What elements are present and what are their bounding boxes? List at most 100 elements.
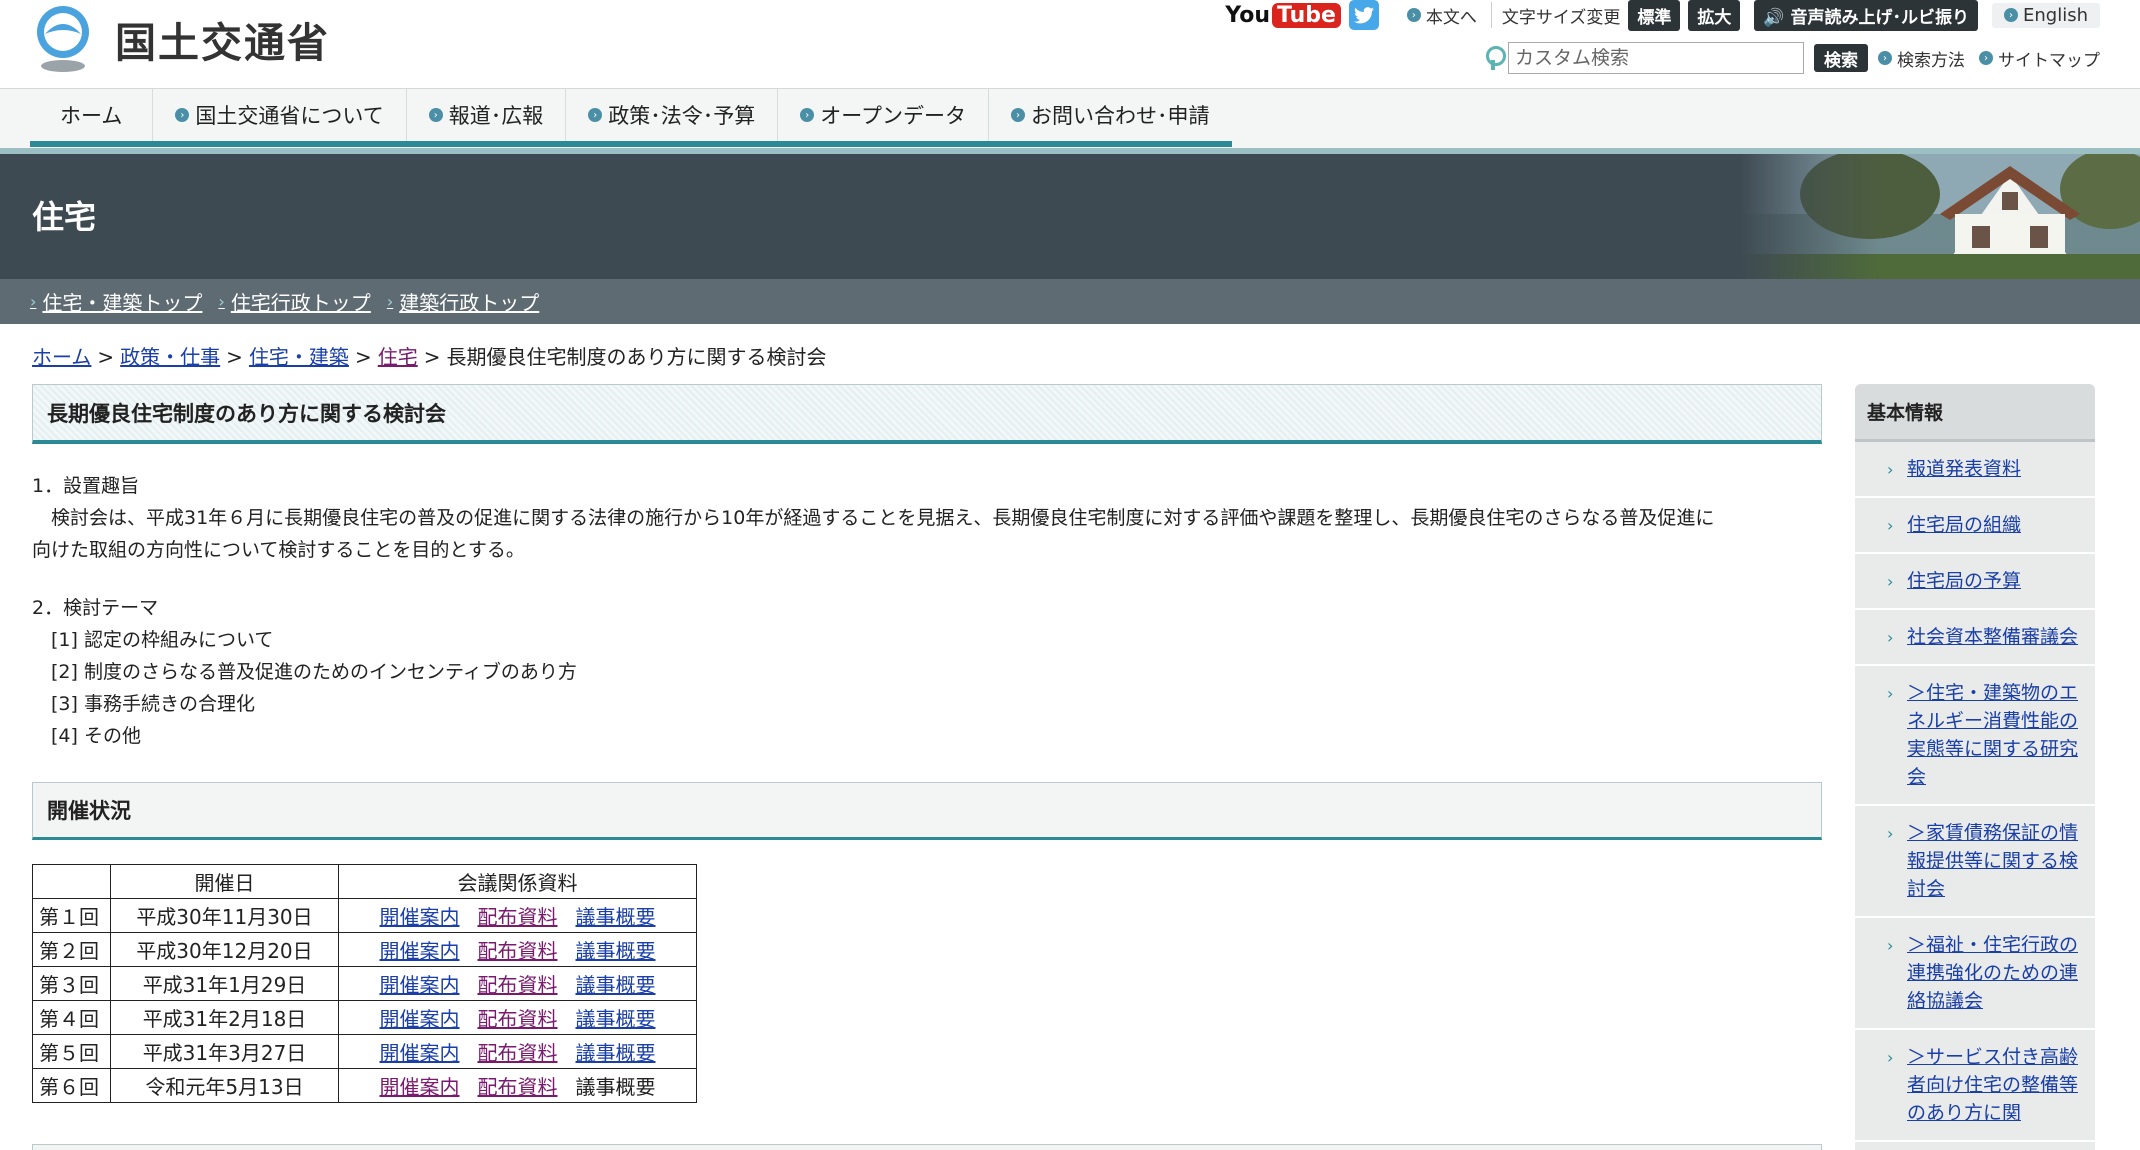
youtube-you-text: You [1225, 2, 1270, 28]
utility-bar: You Tube › 本文へ 文字サイズ変更 標準 拡大 🔊 音声読み上げ･ルビ… [1225, 0, 2100, 31]
meeting-date: 平成31年1月29日 [110, 966, 339, 1001]
notice-link[interactable]: 開催案内 [380, 1075, 460, 1099]
minutes-link[interactable]: 議事概要 [576, 1041, 656, 1065]
font-large-button[interactable]: 拡大 [1688, 0, 1741, 31]
gnav-item-opendata[interactable]: › オープンデータ [778, 89, 989, 141]
handouts-link[interactable]: 配布資料 [478, 1075, 558, 1099]
notice-link[interactable]: 開催案内 [380, 973, 460, 997]
notice-link[interactable]: 開催案内 [380, 1007, 460, 1031]
sidebar-item-energy-study[interactable]: › ＞住宅・建築物のエネルギー消費性能の実態等に関する研究会 [1855, 666, 2095, 806]
gnav-item-label: 政策･法令･予算 [608, 104, 756, 128]
breadcrumb-link-housing[interactable]: 住宅 [378, 345, 418, 369]
sidebar-item-label[interactable]: 報道発表資料 [1907, 458, 2021, 480]
speaker-icon: 🔊 [1763, 7, 1785, 28]
twitter-icon[interactable] [1348, 0, 1379, 30]
subnav-link-label: 住宅・建築トップ [42, 291, 203, 315]
sidebar-item-label[interactable]: ＞住宅・建築物のエネルギー消費性能の実態等に関する研究会 [1907, 682, 2078, 788]
theme-item: [3] 事務手続きの合理化 [51, 693, 255, 715]
sidebar-item-label[interactable]: ＞サービス付き高齢者向け住宅の整備等のあり方に関 [1907, 1046, 2078, 1124]
meeting-date: 平成30年12月20日 [110, 932, 339, 967]
chevron-right-icon: › [1887, 572, 1894, 591]
handouts-link[interactable]: 配布資料 [478, 939, 558, 963]
subnav-link-housing-admin-top[interactable]: › 住宅行政トップ [218, 287, 370, 316]
gnav-item-label: オープンデータ [820, 104, 966, 128]
sidebar-item-label[interactable]: 住宅局の組織 [1907, 514, 2021, 536]
search-input[interactable] [1508, 42, 1804, 74]
youtube-icon[interactable]: You Tube [1225, 2, 1341, 28]
subnav-link-label: 建築行政トップ [399, 291, 540, 315]
gnav-item-contact[interactable]: › お問い合わせ･申請 [989, 89, 1232, 141]
chevron-right-icon: › [218, 292, 225, 311]
notice-link[interactable]: 開催案内 [380, 1041, 460, 1065]
arrow-right-icon: › [2004, 8, 2018, 22]
purpose-section: 1．設置趣旨 検討会は、平成31年６月に長期優良住宅の普及の促進に関する法律の施… [32, 470, 1822, 566]
arrow-right-icon: › [1011, 108, 1025, 122]
meeting-number: 第２回 [32, 932, 111, 967]
notice-link[interactable]: 開催案内 [380, 905, 460, 929]
sidebar-item-label[interactable]: 社会資本整備審議会 [1907, 626, 2078, 648]
sidebar-item-organization[interactable]: › 住宅局の組織 [1855, 498, 2095, 554]
meeting-number: 第１回 [32, 898, 111, 933]
notice-link[interactable]: 開催案内 [380, 939, 460, 963]
meeting-docs: 開催案内 配布資料 議事概要 [338, 932, 697, 967]
search-button[interactable]: 検索 [1814, 44, 1868, 72]
minutes-link[interactable]: 議事概要 [576, 905, 656, 929]
gnav-item-policy[interactable]: › 政策･法令･予算 [566, 89, 779, 141]
meeting-docs: 開催案内 配布資料 議事概要 [338, 898, 697, 933]
sitemap-link[interactable]: › サイトマップ [1979, 46, 2100, 71]
sidebar-title: 基本情報 [1855, 384, 2095, 442]
sidebar-item-budget[interactable]: › 住宅局の予算 [1855, 554, 2095, 610]
table-header-row: 開催日 会議関係資料 [32, 864, 697, 899]
breadcrumb-link-policy[interactable]: 政策・仕事 [120, 345, 220, 369]
minutes-link[interactable]: 議事概要 [576, 1007, 656, 1031]
meeting-number: 第４回 [32, 1000, 111, 1035]
meeting-date: 令和元年5月13日 [110, 1068, 339, 1103]
meeting-date: 平成31年3月27日 [110, 1034, 339, 1069]
sidebar-item-label[interactable]: ＞家賃債務保証の情報提供等に関する検討会 [1907, 822, 2078, 900]
site-header: 国土交通省 You Tube › 本文へ 文字サイズ変更 標準 拡大 🔊 音声読… [0, 0, 2140, 88]
english-button[interactable]: › English [1992, 2, 2100, 28]
arrow-right-icon: › [1979, 51, 1993, 65]
minutes-link[interactable]: 議事概要 [576, 973, 656, 997]
font-standard-button[interactable]: 標準 [1628, 0, 1681, 31]
gnav-item-home[interactable]: ホーム [30, 89, 154, 141]
voice-reading-button[interactable]: 🔊 音声読み上げ･ルビ振り [1754, 0, 1978, 31]
table-row: 第１回 平成30年11月30日 開催案内 配布資料 議事概要 [32, 898, 697, 933]
theme-item: [1] 認定の枠組みについて [51, 629, 274, 651]
skip-to-content-link[interactable]: › 本文へ [1406, 3, 1477, 28]
theme-item: [4] その他 [51, 725, 141, 747]
handouts-link[interactable]: 配布資料 [478, 973, 558, 997]
font-size-label: 文字サイズ変更 [1501, 7, 1621, 28]
minutes-text: 議事概要 [575, 1075, 656, 1099]
handouts-link[interactable]: 配布資料 [478, 1007, 558, 1031]
sidebar-item-label[interactable]: 住宅局の予算 [1907, 570, 2021, 592]
arrow-right-icon: › [588, 108, 603, 122]
subnav-link-building-admin-top[interactable]: › 建築行政トップ [387, 287, 539, 316]
search-method-link[interactable]: › 検索方法 [1878, 46, 1965, 71]
table-row: 第２回 平成30年12月20日 開催案内 配布資料 議事概要 [32, 932, 697, 967]
breadcrumb-separator: > [97, 345, 115, 369]
table-row: 第５回 平成31年3月27日 開催案内 配布資料 議事概要 [32, 1034, 697, 1069]
chevron-right-icon: › [1887, 684, 1894, 703]
sub-nav: › 住宅・建築トップ › 住宅行政トップ › 建築行政トップ [0, 279, 2140, 324]
arrow-right-icon: › [800, 108, 815, 122]
chevron-right-icon: › [386, 292, 394, 311]
sitemap-label: サイトマップ [1998, 50, 2100, 71]
sidebar-item-elderly-housing[interactable]: › ＞サービス付き高齢者向け住宅の整備等のあり方に関 [1855, 1030, 2095, 1142]
theme-item: [2] 制度のさらなる普及促進のためのインセンティブのあり方 [51, 661, 577, 683]
minutes-link[interactable]: 議事概要 [576, 939, 656, 963]
chevron-right-icon: › [1887, 628, 1894, 647]
sidebar-item-welfare-housing[interactable]: › ＞福祉・住宅行政の連携強化のための連絡協議会 [1855, 918, 2095, 1030]
subnav-link-housing-building-top[interactable]: › 住宅・建築トップ [30, 287, 202, 316]
sidebar-item-label[interactable]: ＞福祉・住宅行政の連携強化のための連絡協議会 [1907, 934, 2078, 1012]
breadcrumb-link-housing-building[interactable]: 住宅・建築 [249, 345, 349, 369]
gnav-item-press[interactable]: › 報道･広報 [407, 89, 567, 141]
breadcrumb-link-home[interactable]: ホーム [32, 345, 91, 369]
handouts-link[interactable]: 配布資料 [478, 1041, 558, 1065]
sidebar-item-council[interactable]: › 社会資本整備審議会 [1855, 610, 2095, 666]
gnav-item-about[interactable]: › 国土交通省について [153, 89, 407, 141]
sidebar-item-rent-guarantee[interactable]: › ＞家賃債務保証の情報提供等に関する検討会 [1855, 806, 2095, 918]
sidebar-item-press-releases[interactable]: › 報道発表資料 [1855, 442, 2095, 498]
handouts-link[interactable]: 配布資料 [478, 905, 558, 929]
site-logo[interactable]: 国土交通省 [31, 3, 330, 75]
